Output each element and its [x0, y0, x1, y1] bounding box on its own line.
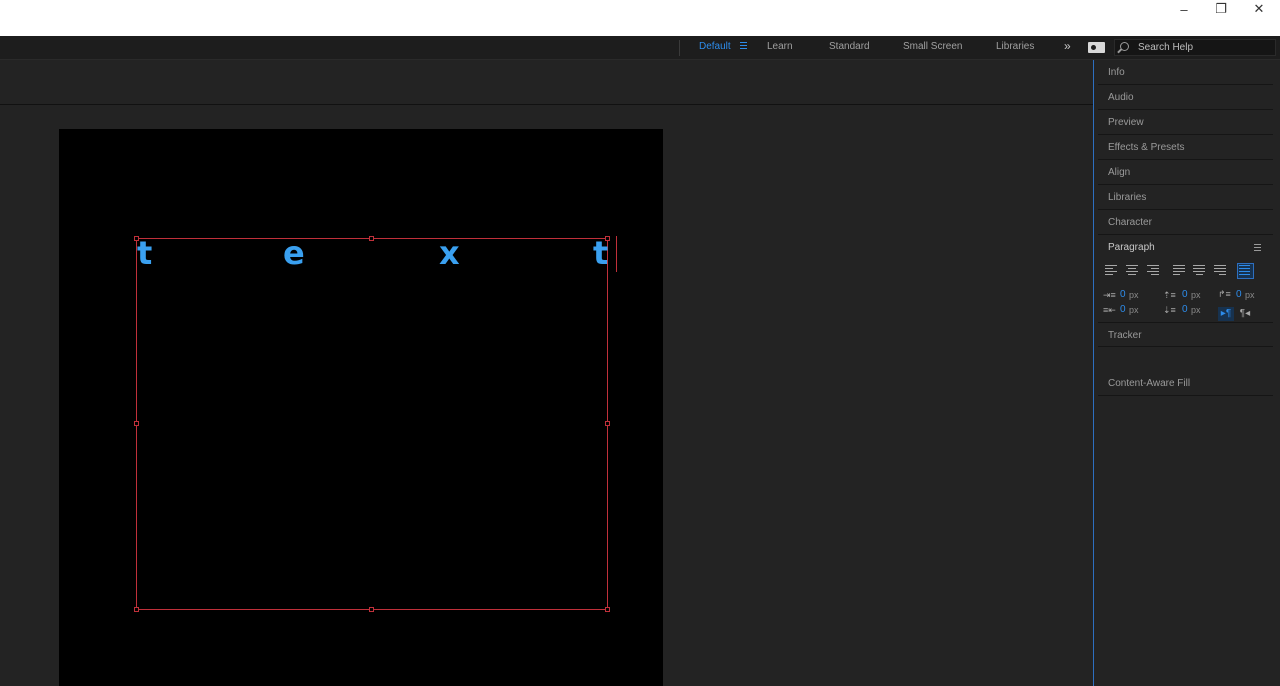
window-title-bar: – ❐ ✕ — [0, 0, 1280, 36]
panel-tab-character[interactable]: Character — [1098, 210, 1273, 235]
space-after-unit: px — [1191, 305, 1201, 315]
workspace-default[interactable]: Default — [699, 41, 731, 52]
indent-right-icon: ≡⇤ — [1103, 305, 1116, 315]
text-box-handle-middle-left[interactable] — [134, 421, 139, 426]
rtl-direction-button[interactable]: ▸¶ — [1218, 307, 1234, 321]
panel-tab-effects-presets[interactable]: Effects & Presets — [1098, 135, 1273, 160]
panel-tab-audio[interactable]: Audio — [1098, 85, 1273, 110]
space-after-value[interactable]: 0 — [1182, 304, 1188, 315]
workspace-bar: Default Learn Standard Small Screen Libr… — [0, 36, 1280, 60]
workspace-libraries[interactable]: Libraries — [996, 41, 1034, 52]
text-glyph: x — [439, 234, 460, 272]
indent-left-value[interactable]: 0 — [1120, 289, 1126, 300]
align-right-button[interactable] — [1147, 265, 1160, 277]
indent-first-line-value[interactable]: 0 — [1236, 289, 1242, 300]
panel-tab-label: Libraries — [1108, 192, 1147, 203]
workspace-standard[interactable]: Standard — [829, 41, 870, 52]
paragraph-text-box[interactable] — [136, 238, 608, 610]
panel-tab-preview[interactable]: Preview — [1098, 110, 1273, 135]
indent-left-unit: px — [1129, 290, 1139, 300]
justify-last-right-button[interactable] — [1214, 265, 1227, 277]
panel-tab-label: Align — [1108, 167, 1131, 178]
indent-right-unit: px — [1129, 305, 1139, 315]
justify-all-button[interactable] — [1237, 263, 1254, 279]
text-box-handle-bottom-center[interactable] — [369, 607, 374, 612]
indent-right-value[interactable]: 0 — [1120, 304, 1126, 315]
ltr-direction-button[interactable]: ¶◂ — [1237, 307, 1253, 321]
panel-tab-paragraph[interactable]: Paragraph — [1098, 235, 1273, 260]
space-before-value[interactable]: 0 — [1182, 289, 1188, 300]
space-before-unit: px — [1191, 290, 1201, 300]
indent-first-line-icon: ↱≡ — [1218, 289, 1231, 299]
text-glyph: e — [283, 234, 305, 272]
workspace-learn[interactable]: Learn — [767, 41, 793, 52]
search-help-input[interactable]: Search Help — [1114, 39, 1276, 56]
panel-tab-label: Content-Aware Fill — [1108, 378, 1191, 389]
paragraph-panel-menu-icon[interactable] — [1254, 244, 1261, 252]
panel-tab-label: Preview — [1108, 117, 1144, 128]
search-icon — [1120, 42, 1129, 51]
align-left-button[interactable] — [1105, 265, 1118, 277]
workspace-menu-icon[interactable] — [740, 42, 747, 50]
workspace-overflow-icon[interactable]: » — [1064, 39, 1071, 53]
text-glyph: t — [137, 234, 153, 272]
text-box-handle-middle-right[interactable] — [605, 421, 610, 426]
sync-settings-icon[interactable] — [1088, 42, 1105, 53]
minimize-button[interactable]: – — [1166, 0, 1202, 18]
composition-panel-header — [0, 60, 1093, 105]
panel-tab-info[interactable]: Info — [1098, 60, 1273, 85]
space-after-icon: ⇣≡ — [1163, 305, 1176, 315]
text-glyph: t — [593, 234, 609, 272]
close-button[interactable]: ✕ — [1241, 0, 1277, 18]
panel-tab-label: Tracker — [1108, 330, 1142, 341]
text-box-handle-top-center[interactable] — [369, 236, 374, 241]
panel-tab-label: Effects & Presets — [1108, 142, 1185, 153]
text-box-handle-bottom-left[interactable] — [134, 607, 139, 612]
panel-tab-tracker[interactable]: Tracker — [1098, 322, 1273, 347]
space-before-icon: ⇡≡ — [1163, 290, 1176, 300]
maximize-button[interactable]: ❐ — [1203, 0, 1239, 18]
side-panel: Info Audio Preview Effects & Presets Ali… — [1094, 60, 1280, 686]
text-cursor — [616, 236, 617, 272]
justify-last-left-button[interactable] — [1173, 265, 1186, 277]
indent-first-line-unit: px — [1245, 290, 1255, 300]
panel-tab-content-aware-fill[interactable]: Content-Aware Fill — [1098, 371, 1273, 396]
panel-tab-libraries[interactable]: Libraries — [1098, 185, 1273, 210]
panel-tab-align[interactable]: Align — [1098, 160, 1273, 185]
workspace-small-screen[interactable]: Small Screen — [903, 41, 962, 52]
panel-tab-label: Paragraph — [1108, 242, 1155, 253]
indent-left-icon: ⇥≡ — [1103, 290, 1116, 300]
search-help-placeholder: Search Help — [1138, 42, 1194, 53]
workspace-divider — [679, 40, 680, 56]
text-box-handle-bottom-right[interactable] — [605, 607, 610, 612]
align-center-button[interactable] — [1126, 265, 1139, 277]
justify-last-center-button[interactable] — [1193, 265, 1206, 277]
panel-tab-label: Character — [1108, 217, 1152, 228]
panel-tab-label: Audio — [1108, 92, 1134, 103]
panel-tab-label: Info — [1108, 67, 1125, 78]
